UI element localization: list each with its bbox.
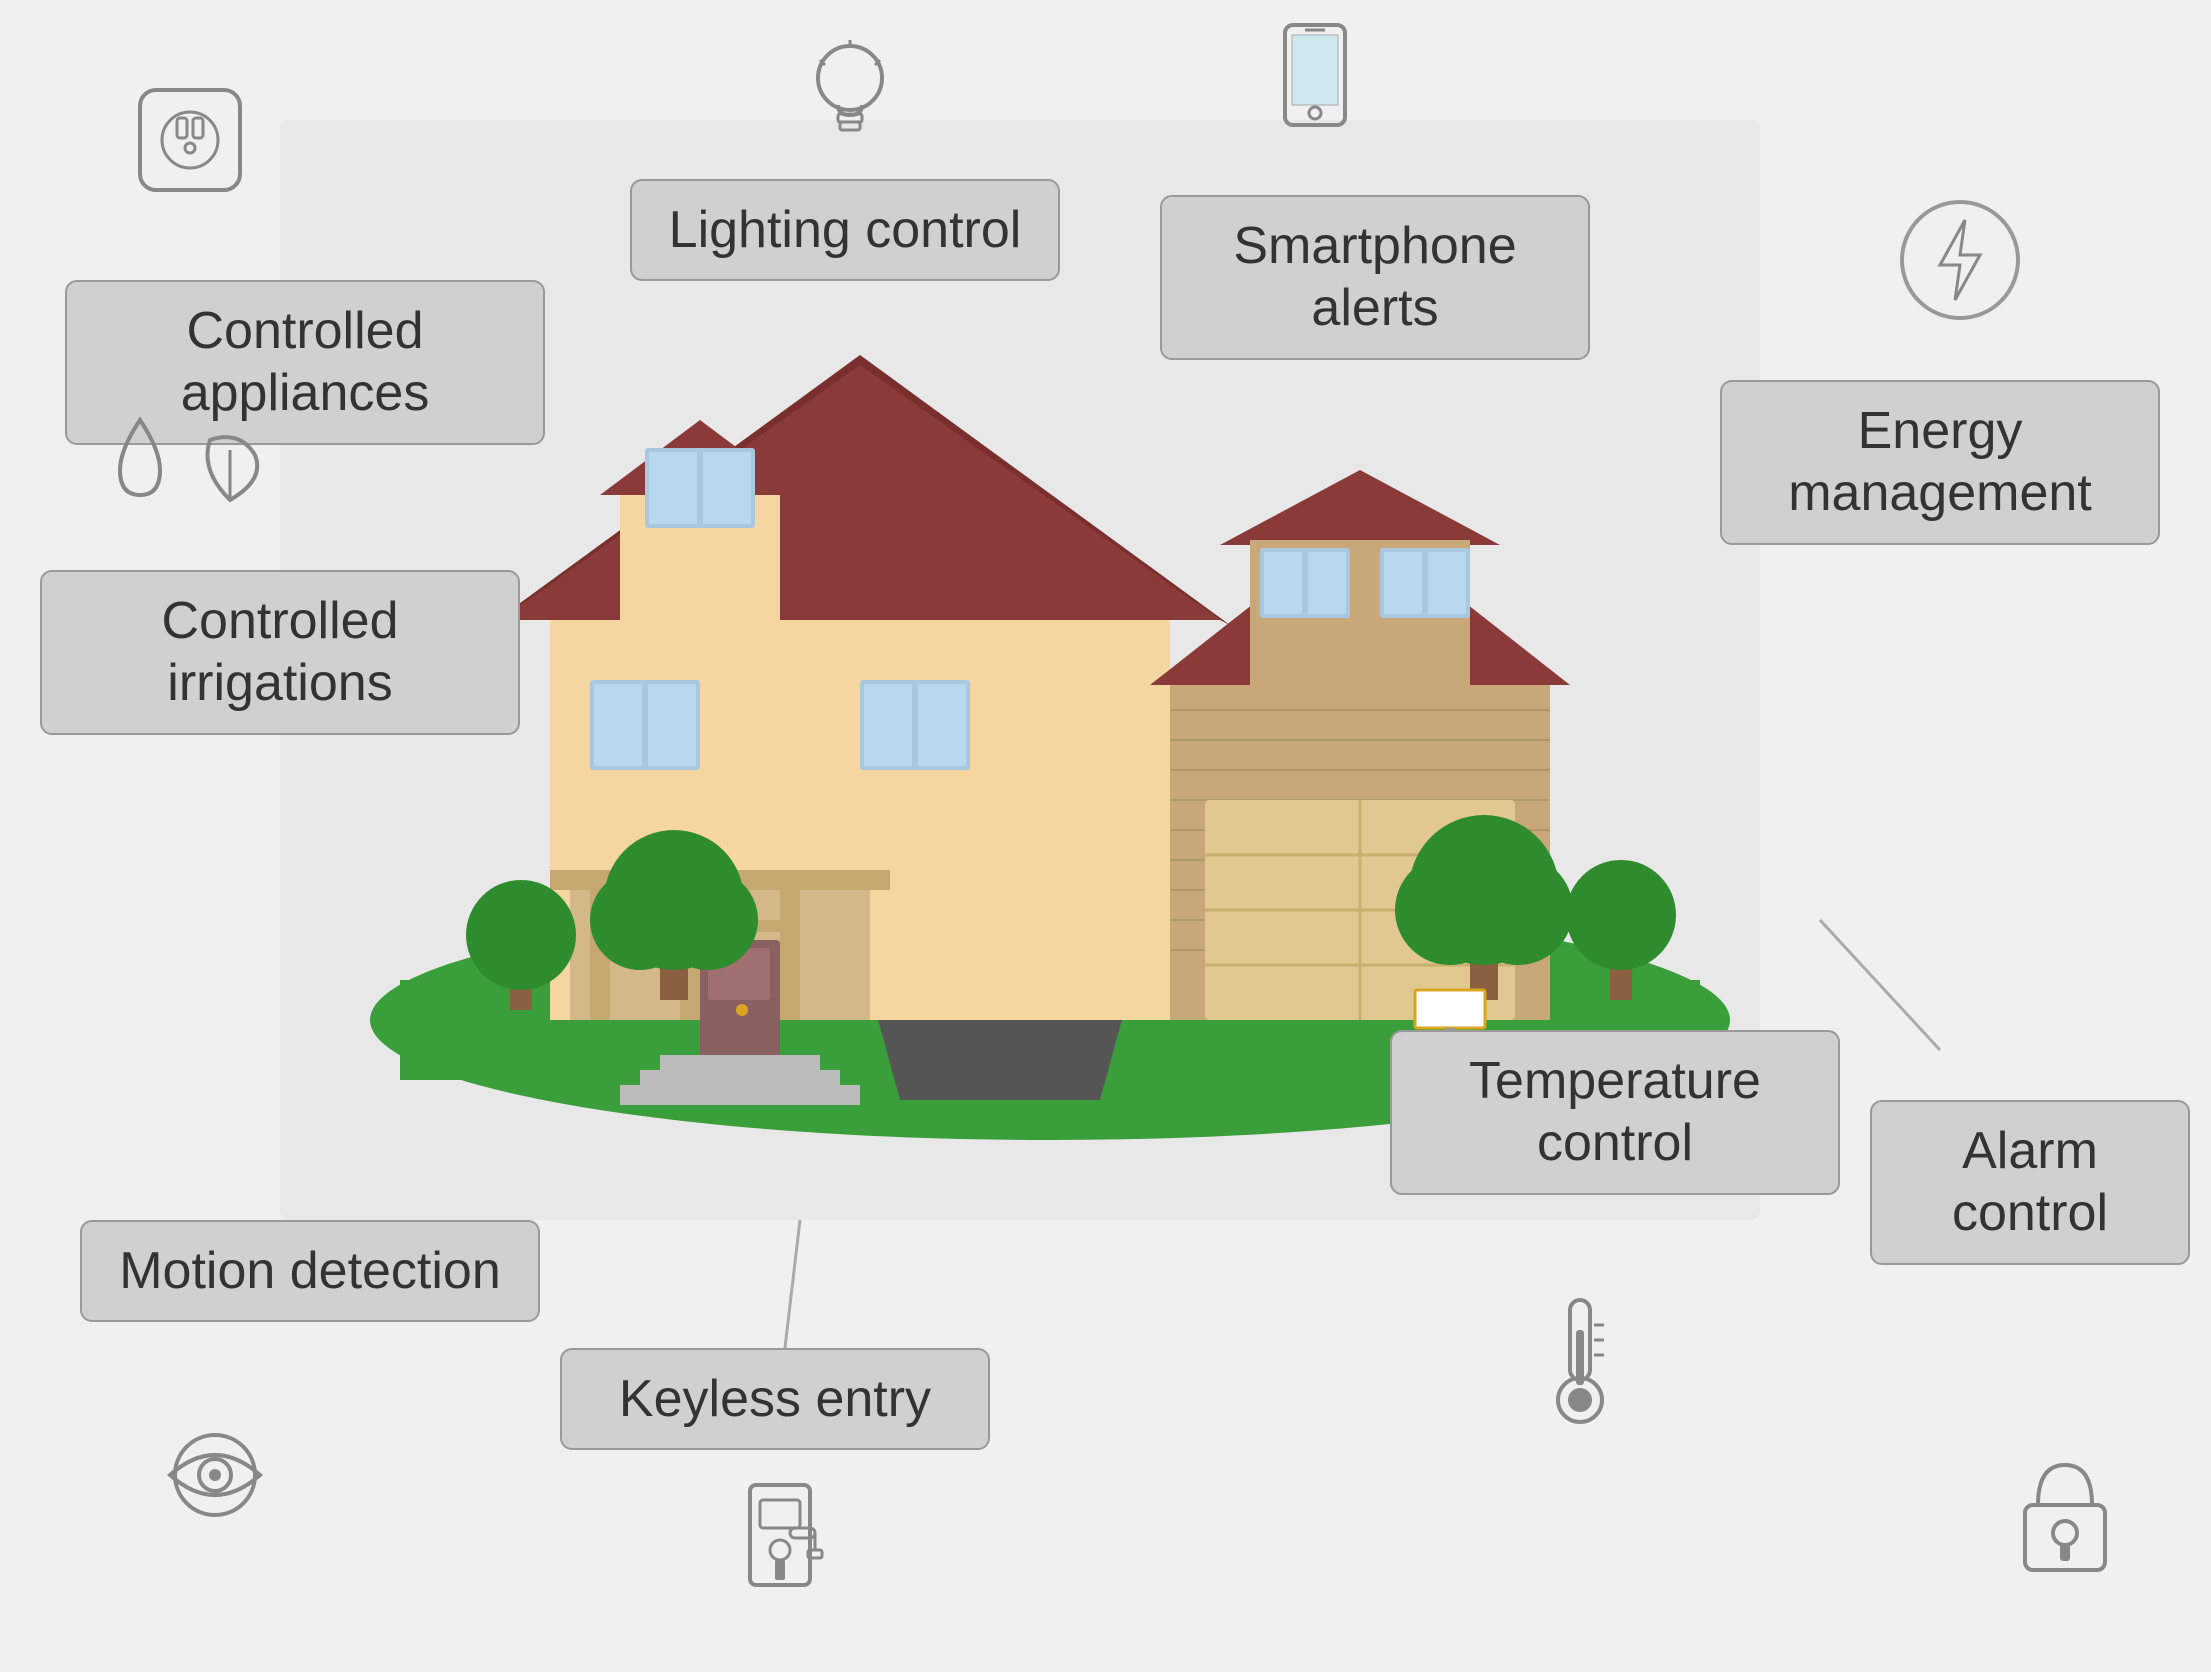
smartphone-alerts-label: Smartphone alerts	[1160, 195, 1590, 360]
controlled-irrigations-label: Controlled irrigations	[40, 570, 520, 735]
thermometer-icon	[1540, 1290, 1620, 1430]
main-container: Lighting control Smartphone alerts Contr…	[0, 0, 2211, 1672]
lighting-control-label: Lighting control	[630, 179, 1060, 281]
leaf-icon	[190, 420, 270, 520]
smartphone-icon	[1270, 20, 1360, 150]
temperature-control-label: Temperature control	[1390, 1030, 1840, 1195]
water-drop-icon	[100, 410, 180, 510]
motion-detection-label: Motion detection	[80, 1220, 540, 1322]
lightning-icon	[1900, 200, 2020, 320]
keyless-entry-label: Keyless entry	[560, 1348, 990, 1450]
eye-icon	[155, 1430, 275, 1520]
alarm-control-label: Alarm control	[1870, 1100, 2190, 1265]
energy-management-label: Energy management	[1720, 380, 2160, 545]
lock-icon	[2010, 1450, 2120, 1590]
door-handle-icon	[730, 1480, 830, 1620]
outlet-icon	[130, 80, 250, 200]
light-bulb-icon	[800, 30, 900, 160]
